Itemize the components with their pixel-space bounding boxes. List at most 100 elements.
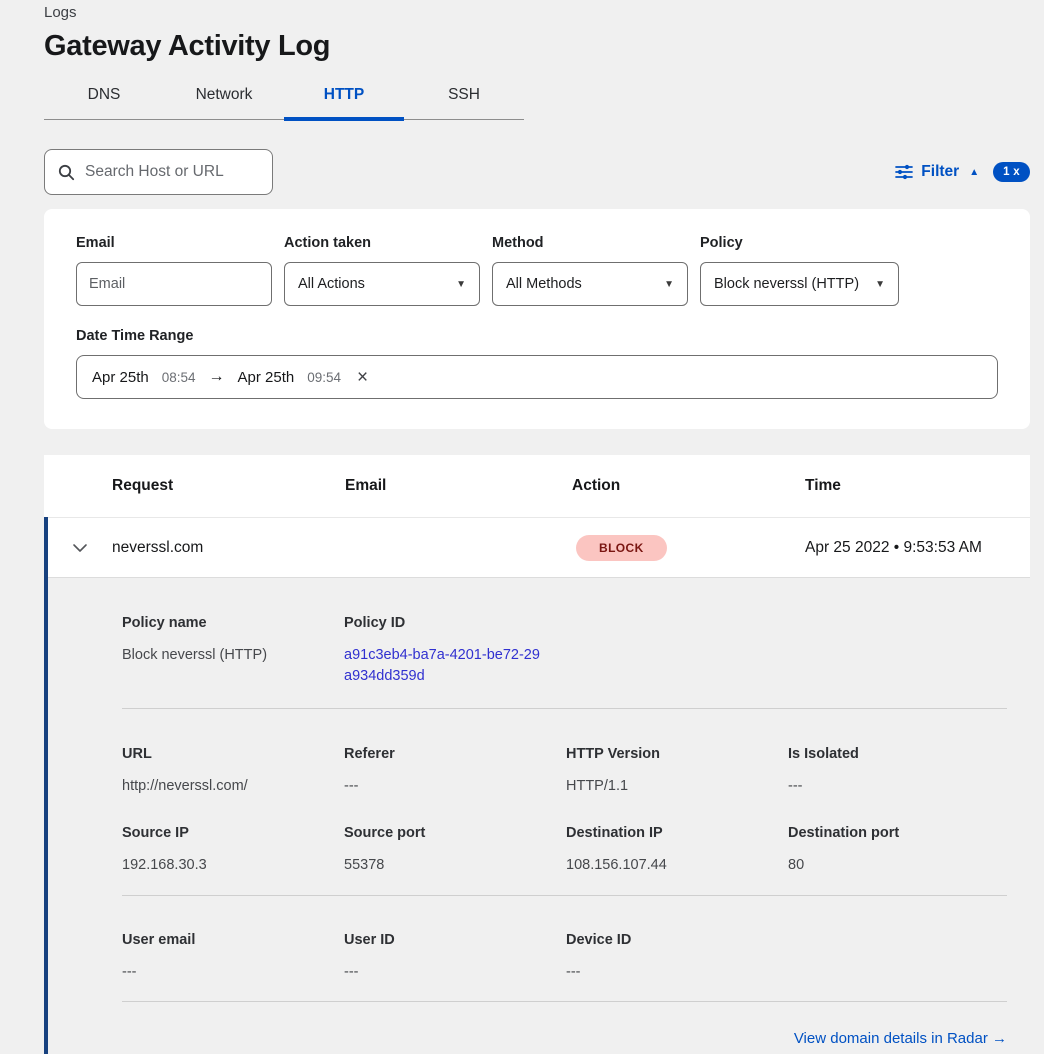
- column-header-action: Action: [572, 477, 805, 495]
- method-value: All Methods: [506, 276, 582, 292]
- section-divider: [122, 895, 1007, 896]
- filter-toggle-button[interactable]: Filter ▲: [895, 163, 979, 181]
- dropdown-caret-icon: ▼: [664, 279, 674, 290]
- detail-field-value: ---: [344, 962, 566, 983]
- detail-field: Source port 55378: [344, 825, 566, 876]
- range-start-date[interactable]: Apr 25th: [92, 369, 149, 386]
- filter-email-group: Email: [76, 235, 272, 306]
- range-end-time[interactable]: 09:54: [307, 370, 341, 385]
- range-end-date[interactable]: Apr 25th: [238, 369, 295, 386]
- action-taken-select[interactable]: All Actions ▼: [284, 262, 480, 306]
- page-header: Logs Gateway Activity Log: [0, 0, 1044, 63]
- detail-field-value: HTTP/1.1: [566, 776, 788, 797]
- daterange-field[interactable]: Apr 25th 08:54 → Apr 25th 09:54 ×: [76, 355, 998, 399]
- activity-table: Request Email Action Time neverssl.com B…: [44, 455, 1030, 1054]
- row-request: neverssl.com: [112, 539, 345, 557]
- detail-field: User ID ---: [344, 932, 566, 983]
- tab-http[interactable]: HTTP: [284, 86, 404, 119]
- detail-field: Is Isolated ---: [788, 746, 1007, 797]
- detail-field-label: Policy ID: [344, 615, 566, 631]
- expanded-row-group: neverssl.com BLOCK Apr 25 2022 • 9:53:53…: [44, 517, 1030, 1054]
- filter-panel: Email Action taken All Actions ▼ Method …: [44, 209, 1030, 429]
- detail-field-label: URL: [122, 746, 344, 762]
- daterange-label: Date Time Range: [76, 328, 998, 344]
- filter-action-group: Action taken All Actions ▼: [284, 235, 480, 306]
- filter-count-badge[interactable]: 1 x: [993, 162, 1030, 182]
- detail-field-value: 108.156.107.44: [566, 855, 788, 876]
- detail-field: URL http://neverssl.com/: [122, 746, 344, 797]
- gateway-activity-log-page: Logs Gateway Activity Log DNS Network HT…: [0, 0, 1044, 1054]
- detail-field-label: Source IP: [122, 825, 344, 841]
- view-in-radar-link[interactable]: View domain details in Radar →: [794, 1030, 1007, 1047]
- policy-select[interactable]: Block neverssl (HTTP) ▼: [700, 262, 899, 306]
- policy-id-link[interactable]: a91c3eb4-ba7a-4201-be72-29a934dd359d: [344, 645, 540, 687]
- chevron-down-icon: [72, 543, 88, 553]
- detail-field: Device ID ---: [566, 932, 788, 983]
- dropdown-caret-icon: ▼: [456, 279, 466, 290]
- detail-field-empty: [788, 932, 1007, 983]
- detail-field-label: Is Isolated: [788, 746, 1007, 762]
- column-header-time: Time: [805, 477, 1030, 495]
- row-time: Apr 25 2022 • 9:53:53 AM: [805, 539, 1030, 557]
- table-row[interactable]: neverssl.com BLOCK Apr 25 2022 • 9:53:53…: [48, 517, 1030, 577]
- detail-field-value: ---: [122, 962, 344, 983]
- detail-field-label: Source port: [344, 825, 566, 841]
- detail-field: Policy name Block neverssl (HTTP): [122, 615, 344, 687]
- range-start-time[interactable]: 08:54: [162, 370, 196, 385]
- detail-field: Destination port 80: [788, 825, 1007, 876]
- row-expander[interactable]: [48, 543, 112, 553]
- page-title: Gateway Activity Log: [44, 30, 1030, 63]
- method-select[interactable]: All Methods ▼: [492, 262, 688, 306]
- column-header-request: Request: [112, 477, 345, 495]
- detail-field: Destination IP 108.156.107.44: [566, 825, 788, 876]
- filter-label: Filter: [921, 163, 959, 181]
- table-header-row: Request Email Action Time: [44, 455, 1030, 517]
- detail-field-label: Policy name: [122, 615, 344, 631]
- tab-network[interactable]: Network: [164, 86, 284, 119]
- detail-field-value: Block neverssl (HTTP): [122, 645, 344, 666]
- section-divider: [122, 1001, 1007, 1002]
- detail-field-value: 55378: [344, 855, 566, 876]
- filter-row: Email Action taken All Actions ▼ Method …: [76, 235, 998, 306]
- method-label: Method: [492, 235, 688, 251]
- filter-policy-group: Policy Block neverssl (HTTP) ▼: [700, 235, 899, 306]
- request-info-section: URL http://neverssl.com/ Referer --- HTT…: [122, 746, 1007, 797]
- detail-field-value: 80: [788, 855, 1007, 876]
- action-taken-value: All Actions: [298, 276, 365, 292]
- search-box[interactable]: [44, 149, 273, 195]
- policy-section: Policy name Block neverssl (HTTP) Policy…: [122, 615, 1007, 687]
- filter-controls: Filter ▲ 1 x: [895, 162, 1030, 182]
- filter-icon: [895, 164, 913, 180]
- detail-field-value: ---: [344, 776, 566, 797]
- search-icon: [58, 164, 75, 181]
- search-input[interactable]: [85, 163, 285, 181]
- detail-field-value: 192.168.30.3: [122, 855, 344, 876]
- breadcrumb: Logs: [44, 4, 1030, 21]
- detail-field: Referer ---: [344, 746, 566, 797]
- detail-field-value: ---: [788, 776, 1007, 797]
- radar-link-row: View domain details in Radar →: [122, 1030, 1007, 1048]
- log-type-tabs: DNS Network HTTP SSH: [44, 86, 524, 120]
- detail-field-label: User email: [122, 932, 344, 948]
- detail-field: Policy ID a91c3eb4-ba7a-4201-be72-29a934…: [344, 615, 566, 687]
- column-header-email: Email: [345, 477, 572, 495]
- section-divider: [122, 708, 1007, 709]
- clear-range-icon[interactable]: ×: [357, 368, 368, 387]
- tab-dns[interactable]: DNS: [44, 86, 164, 119]
- row-detail-panel: Policy name Block neverssl (HTTP) Policy…: [48, 577, 1030, 1054]
- detail-field-value: ---: [566, 962, 788, 983]
- email-filter-label: Email: [76, 235, 272, 251]
- network-section: Source IP 192.168.30.3 Source port 55378…: [122, 825, 1007, 876]
- range-arrow-icon: →: [209, 368, 225, 386]
- detail-field-label: Referer: [344, 746, 566, 762]
- email-filter-input[interactable]: [77, 263, 271, 305]
- collapse-caret-icon: ▲: [969, 167, 979, 178]
- tab-ssh[interactable]: SSH: [404, 86, 524, 119]
- policy-value: Block neverssl (HTTP): [714, 276, 859, 292]
- action-status-badge: BLOCK: [576, 535, 667, 561]
- detail-field-value: http://neverssl.com/: [122, 776, 344, 797]
- detail-field: HTTP Version HTTP/1.1: [566, 746, 788, 797]
- policy-label: Policy: [700, 235, 899, 251]
- dropdown-caret-icon: ▼: [875, 279, 885, 290]
- detail-field-label: Device ID: [566, 932, 788, 948]
